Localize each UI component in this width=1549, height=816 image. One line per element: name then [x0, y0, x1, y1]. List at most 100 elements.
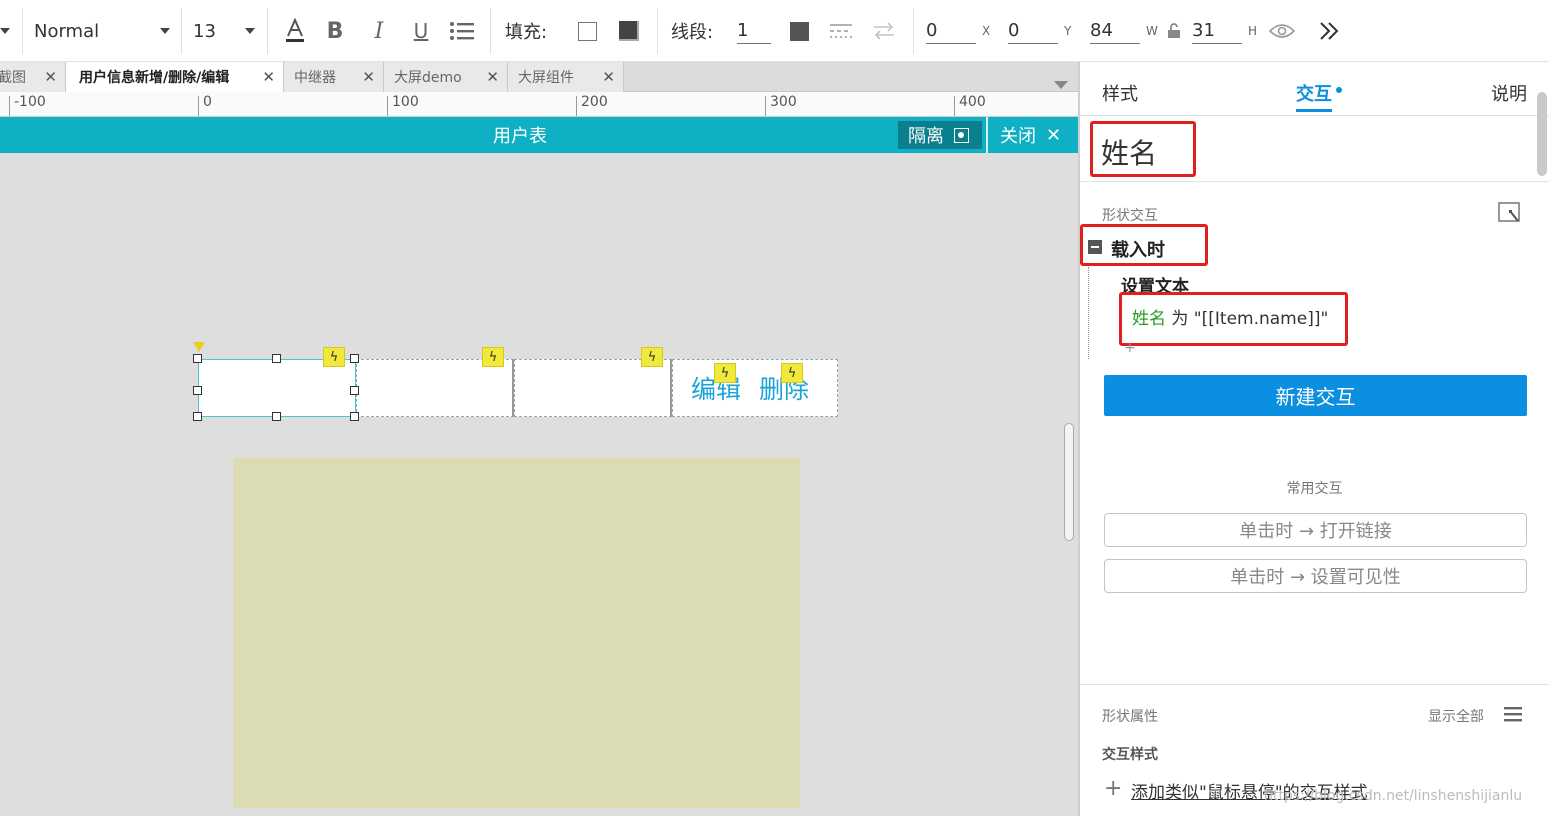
close-icon[interactable]: ✕ — [486, 68, 499, 86]
close-icon[interactable]: ✕ — [44, 68, 57, 86]
lightning-icon[interactable]: ϟ — [714, 363, 736, 383]
cell-3[interactable] — [514, 359, 672, 417]
chevron-down-icon — [160, 28, 170, 34]
inspector-panel: 样式 交互 说明 姓名 形状交互 载入时 设置文本 姓名 为 "[[Item.n… — [1078, 62, 1549, 816]
italic-icon[interactable]: I — [366, 0, 392, 62]
eye-icon[interactable] — [1268, 0, 1296, 62]
resize-handle[interactable] — [193, 412, 202, 421]
underline-icon[interactable]: U — [408, 0, 434, 62]
expand-icon[interactable] — [1498, 202, 1522, 228]
name-cell[interactable] — [198, 359, 356, 417]
new-interaction-button[interactable]: 新建交互 — [1104, 375, 1527, 416]
tab-interaction[interactable]: 交互 — [1296, 80, 1342, 112]
horizontal-ruler: -100 0 100 200 300 400 — [0, 92, 1078, 117]
inspector-tabs: 样式 交互 说明 — [1080, 62, 1549, 116]
section-title: 形状交互 — [1102, 208, 1158, 224]
add-action-icon[interactable]: + — [1124, 340, 1136, 356]
text-style-value: Normal — [34, 20, 100, 42]
tabs-overflow-icon[interactable] — [1054, 74, 1068, 93]
vertical-scrollbar[interactable] — [1064, 423, 1074, 541]
focus-icon — [954, 127, 969, 143]
tab-style[interactable]: 样式 — [1102, 80, 1138, 106]
bullet-list-icon[interactable] — [448, 0, 476, 62]
titlebar-divider — [986, 117, 988, 153]
lock-icon[interactable] — [1166, 0, 1182, 62]
component-title: 用户表 — [493, 126, 547, 147]
close-edit-button[interactable]: 关闭 ✕ — [1000, 117, 1061, 153]
common-interaction-open-link[interactable]: 单击时 → 打开链接 — [1104, 513, 1527, 547]
toolbar-divider — [657, 8, 658, 54]
show-all-link[interactable]: 显示全部 — [1428, 706, 1484, 726]
tab-bigscreen-demo[interactable]: 大屏demo ✕ — [384, 62, 508, 92]
close-icon: ✕ — [1046, 124, 1062, 146]
tab-notes[interactable]: 说明 — [1491, 80, 1527, 106]
tab-repeater[interactable]: 中继器 ✕ — [284, 62, 384, 92]
line-dash-icon[interactable] — [828, 0, 854, 62]
shadow-icon[interactable] — [617, 0, 641, 62]
common-interactions-title: 常用交互 — [1286, 481, 1343, 497]
cell-2[interactable] — [356, 359, 514, 417]
resize-handle[interactable] — [350, 386, 359, 395]
close-icon[interactable]: ✕ — [602, 68, 615, 86]
actions-cell[interactable]: 编辑 删除 — [672, 359, 838, 417]
fill-color-swatch[interactable] — [576, 0, 598, 62]
menu-icon[interactable] — [1504, 706, 1522, 726]
tab-interaction-label: 交互 — [1296, 84, 1332, 105]
isolate-button[interactable]: 隔离 — [898, 121, 982, 149]
resize-handle[interactable] — [272, 412, 281, 421]
close-label: 关闭 — [1000, 126, 1036, 147]
resize-handle[interactable] — [350, 354, 359, 363]
y-field[interactable]: 0 — [1008, 18, 1058, 44]
double-chevron-right-icon[interactable] — [1316, 0, 1342, 62]
isolate-label: 隔离 — [908, 126, 944, 147]
resize-handle[interactable] — [272, 354, 281, 363]
design-canvas[interactable]: 编辑 删除 ϟ ϟ ϟ ϟ ϟ — [0, 153, 1078, 816]
x-label: X — [982, 24, 991, 38]
toolbar: Normal 13 B I U 填充: 线段: 1 0 X 0 Y 84 W 3… — [0, 0, 1549, 62]
tab-bigscreen-components[interactable]: 大屏组件 ✕ — [508, 62, 624, 92]
lightning-icon[interactable]: ϟ — [482, 347, 504, 367]
component-edit-bar: 用户表 隔离 关闭 ✕ — [0, 117, 1078, 153]
font-color-icon[interactable] — [282, 0, 308, 62]
text-style-select[interactable]: Normal — [34, 0, 170, 62]
x-field[interactable]: 0 — [926, 18, 976, 44]
w-field[interactable]: 84 — [1090, 18, 1140, 44]
resize-handle[interactable] — [193, 386, 202, 395]
arrow-style-icon[interactable] — [871, 0, 897, 62]
lightning-icon[interactable]: ϟ — [641, 347, 663, 367]
close-icon[interactable]: ✕ — [262, 68, 275, 86]
rotate-handle-icon[interactable] — [193, 342, 205, 352]
panel-scrollbar[interactable] — [1537, 92, 1547, 176]
toolbar-divider — [181, 8, 182, 54]
close-icon[interactable]: ✕ — [362, 68, 375, 86]
toolbar-divider — [267, 8, 268, 54]
tree-line — [1088, 267, 1089, 359]
section-divider — [1080, 684, 1549, 685]
w-label: W — [1146, 24, 1158, 38]
ruler-label: 300 — [770, 94, 797, 110]
add-icon[interactable]: + — [1104, 776, 1122, 801]
tab-screenshot[interactable]: 截图 ✕ — [0, 62, 66, 92]
bold-icon[interactable]: B — [322, 0, 348, 62]
lightning-icon[interactable]: ϟ — [323, 347, 345, 367]
tab-user-info-crud[interactable]: 用户信息新增/删除/编辑 ✕ — [66, 62, 284, 92]
line-width-field[interactable]: 1 — [737, 18, 771, 44]
ruler-label: 100 — [392, 94, 419, 110]
line-color-swatch[interactable] — [788, 0, 810, 62]
lightning-icon[interactable]: ϟ — [781, 363, 803, 383]
common-interaction-set-visibility[interactable]: 单击时 → 设置可见性 — [1104, 559, 1527, 593]
chevron-down-icon — [245, 28, 255, 34]
resize-handle[interactable] — [350, 412, 359, 421]
toolbar-divider — [913, 8, 914, 54]
h-field[interactable]: 31 — [1192, 18, 1242, 44]
tab-label: 大屏demo — [394, 70, 462, 86]
resize-handle[interactable] — [193, 354, 202, 363]
highlight-box — [1119, 292, 1348, 346]
shape-props-title: 形状属性 — [1102, 709, 1158, 725]
ruler-label: 400 — [959, 94, 986, 110]
left-caret-icon[interactable] — [0, 0, 12, 62]
font-size-select[interactable]: 13 — [193, 0, 255, 62]
interaction-style-title: 交互样式 — [1102, 747, 1158, 763]
ruler-label: 200 — [581, 94, 608, 110]
highlight-box — [1090, 121, 1196, 177]
